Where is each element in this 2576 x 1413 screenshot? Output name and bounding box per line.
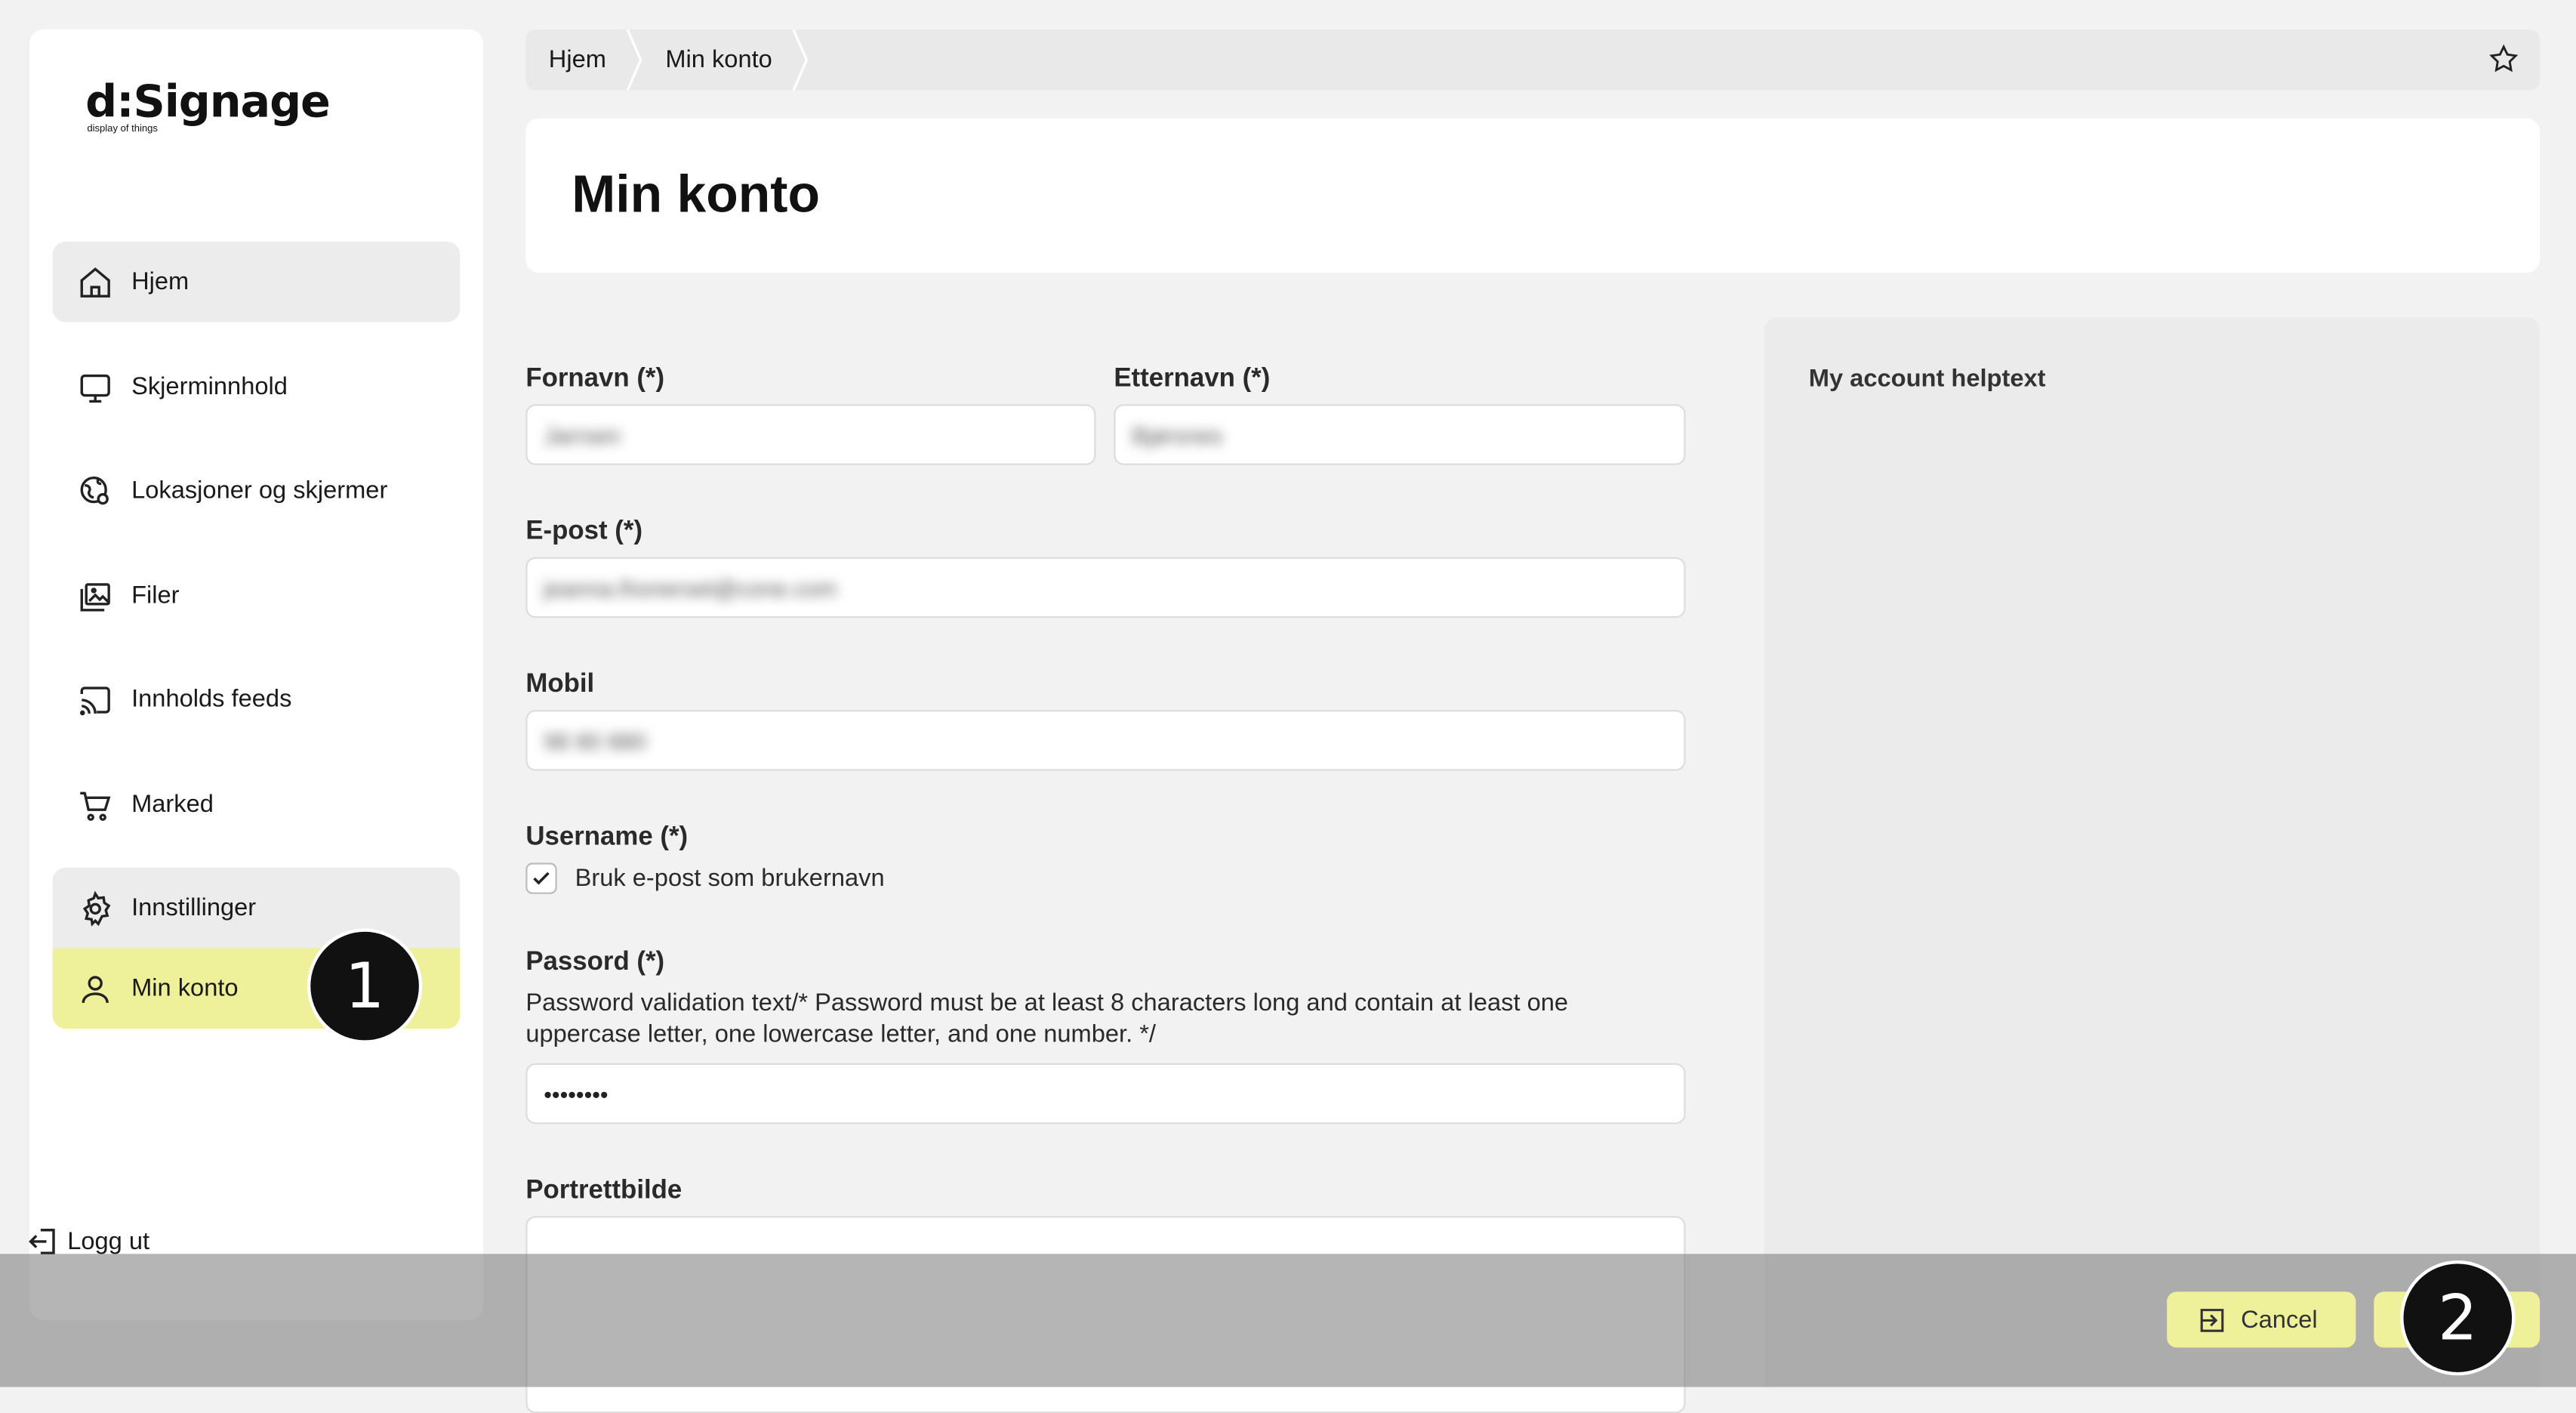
- favorite-star-icon[interactable]: [2487, 43, 2520, 84]
- use-email-as-username[interactable]: Bruk e-post som brukernavn: [525, 862, 885, 894]
- cart-icon: [77, 786, 113, 822]
- sidebar-item-label: Hjem: [131, 267, 190, 296]
- cancel-button[interactable]: Cancel: [2167, 1291, 2356, 1348]
- logout-label: Logg ut: [67, 1227, 150, 1256]
- password-field[interactable]: ••••••••: [525, 1063, 1686, 1125]
- use-email-checkbox[interactable]: [525, 862, 557, 894]
- sidebar-item-home[interactable]: Hjem: [52, 241, 461, 322]
- password-hint: Password validation text/* Password must…: [525, 989, 1569, 1049]
- username-label: Username (*): [525, 823, 689, 852]
- sidebar-item-settings[interactable]: Innstillinger: [52, 867, 461, 949]
- mobile-field[interactable]: 98 80 880: [525, 710, 1686, 771]
- last-name-label: Etternavn (*): [1114, 365, 1271, 393]
- breadcrumb-item-current[interactable]: Min konto: [642, 29, 792, 91]
- images-icon: [77, 578, 113, 614]
- first-name-value: Jarrsen: [544, 421, 621, 448]
- breadcrumb-separator-icon: [626, 29, 642, 91]
- page-title: Min konto: [572, 164, 820, 224]
- mobile-label: Mobil: [525, 670, 595, 699]
- use-email-checkbox-label: Bruk e-post som brukernavn: [575, 864, 885, 893]
- mobile-value: 98 80 880: [544, 727, 646, 754]
- last-name-field[interactable]: Bjørsnes: [1114, 404, 1686, 465]
- callout-marker-2: 2: [2400, 1260, 2516, 1376]
- password-value: ••••••••: [544, 1080, 609, 1107]
- sidebar-item-screen-content[interactable]: Skjerminnhold: [53, 347, 461, 427]
- sidebar-item-label: Innholds feeds: [131, 685, 292, 714]
- gear-icon: [77, 890, 113, 926]
- first-name-field[interactable]: Jarrsen: [525, 404, 1096, 465]
- help-text: My account helptext: [1808, 365, 2046, 393]
- sidebar-item-label: Lokasjoner og skjermer: [131, 477, 388, 505]
- sidebar-item-files[interactable]: Filer: [53, 555, 461, 636]
- sidebar-item-label: Filer: [131, 582, 180, 610]
- monitor-icon: [77, 369, 113, 406]
- user-icon: [77, 970, 113, 1007]
- breadcrumb: Hjem Min konto: [525, 29, 2541, 91]
- sidebar-item-label: Skjerminnhold: [131, 372, 288, 401]
- first-name-label: Fornavn (*): [525, 365, 665, 393]
- brand-name: d:Signage: [85, 77, 331, 128]
- home-icon: [77, 264, 113, 300]
- email-value: jeanna.lhonerset@cone.com: [544, 574, 837, 601]
- sidebar-item-label: Min konto: [131, 974, 239, 1003]
- sidebar: d:Signage display of things Hjem Skjermi…: [29, 29, 483, 1320]
- brand-logo[interactable]: d:Signage display of things: [85, 77, 331, 134]
- sidebar-item-label: Marked: [131, 790, 214, 819]
- location-icon: [77, 473, 113, 509]
- email-field[interactable]: jeanna.lhonerset@cone.com: [525, 557, 1686, 619]
- callout-marker-1: 1: [307, 928, 423, 1044]
- cancel-button-label: Cancel: [2241, 1305, 2318, 1334]
- checkmark-icon: [533, 872, 550, 885]
- password-label: Passord (*): [525, 948, 665, 976]
- breadcrumb-separator-icon: [792, 29, 809, 91]
- last-name-value: Bjørsnes: [1132, 421, 1223, 448]
- sidebar-item-label: Innstillinger: [131, 893, 257, 922]
- exit-icon: [2200, 1307, 2224, 1331]
- sidebar-item-locations[interactable]: Lokasjoner og skjermer: [53, 450, 461, 531]
- breadcrumb-item-home[interactable]: Hjem: [525, 29, 626, 91]
- portrait-label: Portrettbilde: [525, 1177, 683, 1205]
- page-header: Min konto: [525, 118, 2541, 273]
- sidebar-item-content-feeds[interactable]: Innholds feeds: [53, 659, 461, 740]
- sidebar-item-market[interactable]: Marked: [53, 764, 461, 845]
- email-label: E-post (*): [525, 517, 643, 546]
- cast-icon: [77, 681, 113, 717]
- help-panel: My account helptext: [1764, 316, 2541, 1387]
